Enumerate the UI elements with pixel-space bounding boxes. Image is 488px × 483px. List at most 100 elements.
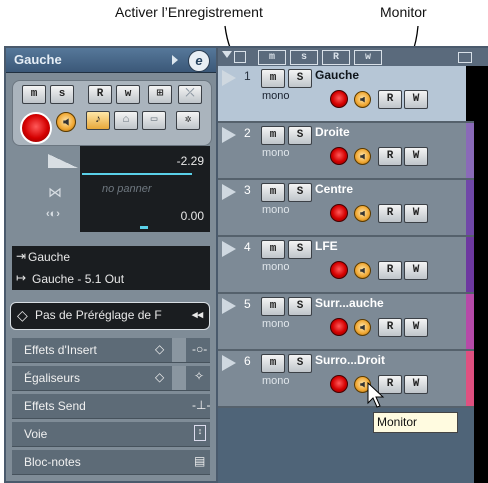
track-expand-icon[interactable]: [222, 70, 236, 86]
track-mute-button[interactable]: m: [261, 297, 285, 316]
track-monitor-button[interactable]: [354, 205, 371, 222]
global-read-button[interactable]: R: [322, 50, 350, 65]
bypass-icon[interactable]: ⤫: [178, 85, 202, 104]
track-row[interactable]: 3 m S Centre mono R W: [218, 180, 474, 237]
track-read-button[interactable]: R: [378, 147, 402, 166]
track-read-button[interactable]: R: [378, 204, 402, 223]
track-write-button[interactable]: W: [404, 318, 428, 337]
lanes-icon[interactable]: ▭: [142, 111, 166, 130]
send-icon: -⊥-: [192, 398, 211, 412]
mute-button[interactable]: m: [22, 85, 46, 104]
track-name[interactable]: Surr...auche: [315, 296, 384, 310]
read-button[interactable]: R: [88, 85, 112, 104]
track-expand-icon[interactable]: [222, 355, 236, 371]
track-read-button[interactable]: R: [378, 318, 402, 337]
track-row[interactable]: 2 m S Droite mono R W: [218, 123, 474, 180]
grid-icon[interactable]: ⊞: [148, 85, 172, 104]
track-name[interactable]: Surro...Droit: [315, 353, 385, 367]
track-controls-settings-icon[interactable]: [458, 52, 472, 63]
track-record-enable-button[interactable]: [330, 261, 348, 279]
track-expand-icon[interactable]: [222, 127, 236, 143]
section-equalizers[interactable]: Égaliseurs ◇ ✧: [12, 366, 210, 391]
note-icon[interactable]: ♪: [86, 111, 110, 130]
track-read-button[interactable]: R: [378, 90, 402, 109]
track-mute-button[interactable]: m: [261, 126, 285, 145]
track-color-bar: [466, 351, 474, 406]
section-send-effects[interactable]: Effets Send -⊥-: [12, 394, 210, 419]
track-write-button[interactable]: W: [404, 90, 428, 109]
section-insert-effects[interactable]: Effets d'Insert ◇ -○-: [12, 338, 210, 363]
track-write-button[interactable]: W: [404, 375, 428, 394]
input-label: Gauche: [28, 250, 71, 264]
volume-field[interactable]: -2.29: [80, 146, 210, 178]
preset-arrow-icon[interactable]: ◂◂: [192, 308, 203, 321]
global-mute-button[interactable]: m: [258, 50, 286, 65]
track-write-button[interactable]: W: [404, 204, 428, 223]
track-name[interactable]: LFE: [315, 239, 338, 253]
track-record-enable-button[interactable]: [330, 147, 348, 165]
track-solo-button[interactable]: S: [288, 297, 312, 316]
expand-arrow-icon[interactable]: [222, 51, 232, 58]
global-write-button[interactable]: w: [354, 50, 382, 65]
track-record-enable-button[interactable]: [330, 318, 348, 336]
track-write-button[interactable]: W: [404, 261, 428, 280]
track-solo-button[interactable]: S: [288, 183, 312, 202]
track-mute-button[interactable]: m: [261, 69, 285, 88]
track-record-enable-button[interactable]: [330, 90, 348, 108]
output-label: Gauche - 5.1 Out: [32, 272, 125, 286]
track-number: 1: [244, 69, 251, 83]
inspector-track-name[interactable]: Gauche: [14, 52, 62, 67]
preset-icon: ◇: [17, 307, 28, 323]
freeze-icon[interactable]: ✲: [176, 111, 200, 130]
track-monitor-button[interactable]: [354, 91, 371, 108]
global-tracks-icon[interactable]: [234, 51, 246, 63]
input-routing[interactable]: ⇥ Gauche: [12, 246, 210, 269]
preset-field[interactable]: ◇ Pas de Préréglage de F ◂◂: [10, 302, 210, 330]
solo-button[interactable]: s: [50, 85, 74, 104]
track-read-button[interactable]: R: [378, 261, 402, 280]
track-row[interactable]: 4 m S LFE mono R W: [218, 237, 474, 294]
section-notepad[interactable]: Bloc-notes ▤: [12, 450, 210, 475]
track-solo-button[interactable]: S: [288, 354, 312, 373]
track-record-enable-button[interactable]: [330, 204, 348, 222]
track-record-enable-button[interactable]: [330, 375, 348, 393]
global-solo-button[interactable]: s: [290, 50, 318, 65]
track-expand-icon[interactable]: [222, 298, 236, 314]
track-row[interactable]: 5 m S Surr...auche mono R W: [218, 294, 474, 351]
track-solo-button[interactable]: S: [288, 126, 312, 145]
track-mute-button[interactable]: m: [261, 354, 285, 373]
track-mute-button[interactable]: m: [261, 240, 285, 259]
track-monitor-button[interactable]: [354, 319, 371, 336]
track-name[interactable]: Gauche: [315, 68, 359, 82]
track-write-button[interactable]: W: [404, 147, 428, 166]
track-monitor-button[interactable]: [354, 148, 371, 165]
mouse-cursor-icon: [367, 382, 385, 408]
track-solo-button[interactable]: S: [288, 240, 312, 259]
track-monitor-button[interactable]: [354, 262, 371, 279]
record-enable-button[interactable]: [20, 112, 52, 144]
track-row[interactable]: 6 m S Surro...Droit mono R W: [218, 351, 474, 408]
volume-icon: [48, 154, 78, 168]
lock-icon[interactable]: ⌂: [114, 111, 138, 130]
pan-field[interactable]: no panner: [80, 178, 210, 202]
event-display: [474, 66, 488, 483]
track-row[interactable]: 1 m S Gauche mono R W: [218, 66, 474, 123]
volume-bar: [82, 173, 192, 175]
track-number: 4: [244, 240, 251, 254]
track-name[interactable]: Centre: [315, 182, 353, 196]
track-expand-icon[interactable]: [222, 184, 236, 200]
output-routing[interactable]: ↦ Gauche - 5.1 Out: [12, 268, 210, 290]
collapse-arrow-icon[interactable]: [172, 55, 178, 65]
edit-channel-button[interactable]: e: [188, 50, 210, 72]
delay-slider: [140, 226, 148, 229]
track-name[interactable]: Droite: [315, 125, 350, 139]
track-solo-button[interactable]: S: [288, 69, 312, 88]
track-mute-button[interactable]: m: [261, 183, 285, 202]
track-color-bar: [466, 180, 474, 235]
delay-field[interactable]: 0.00: [80, 202, 210, 232]
write-button[interactable]: w: [116, 85, 140, 104]
monitor-button[interactable]: [56, 112, 76, 132]
section-channel[interactable]: Voie ↕: [12, 422, 210, 447]
delay-icon: ‹◐›: [46, 208, 60, 220]
track-expand-icon[interactable]: [222, 241, 236, 257]
